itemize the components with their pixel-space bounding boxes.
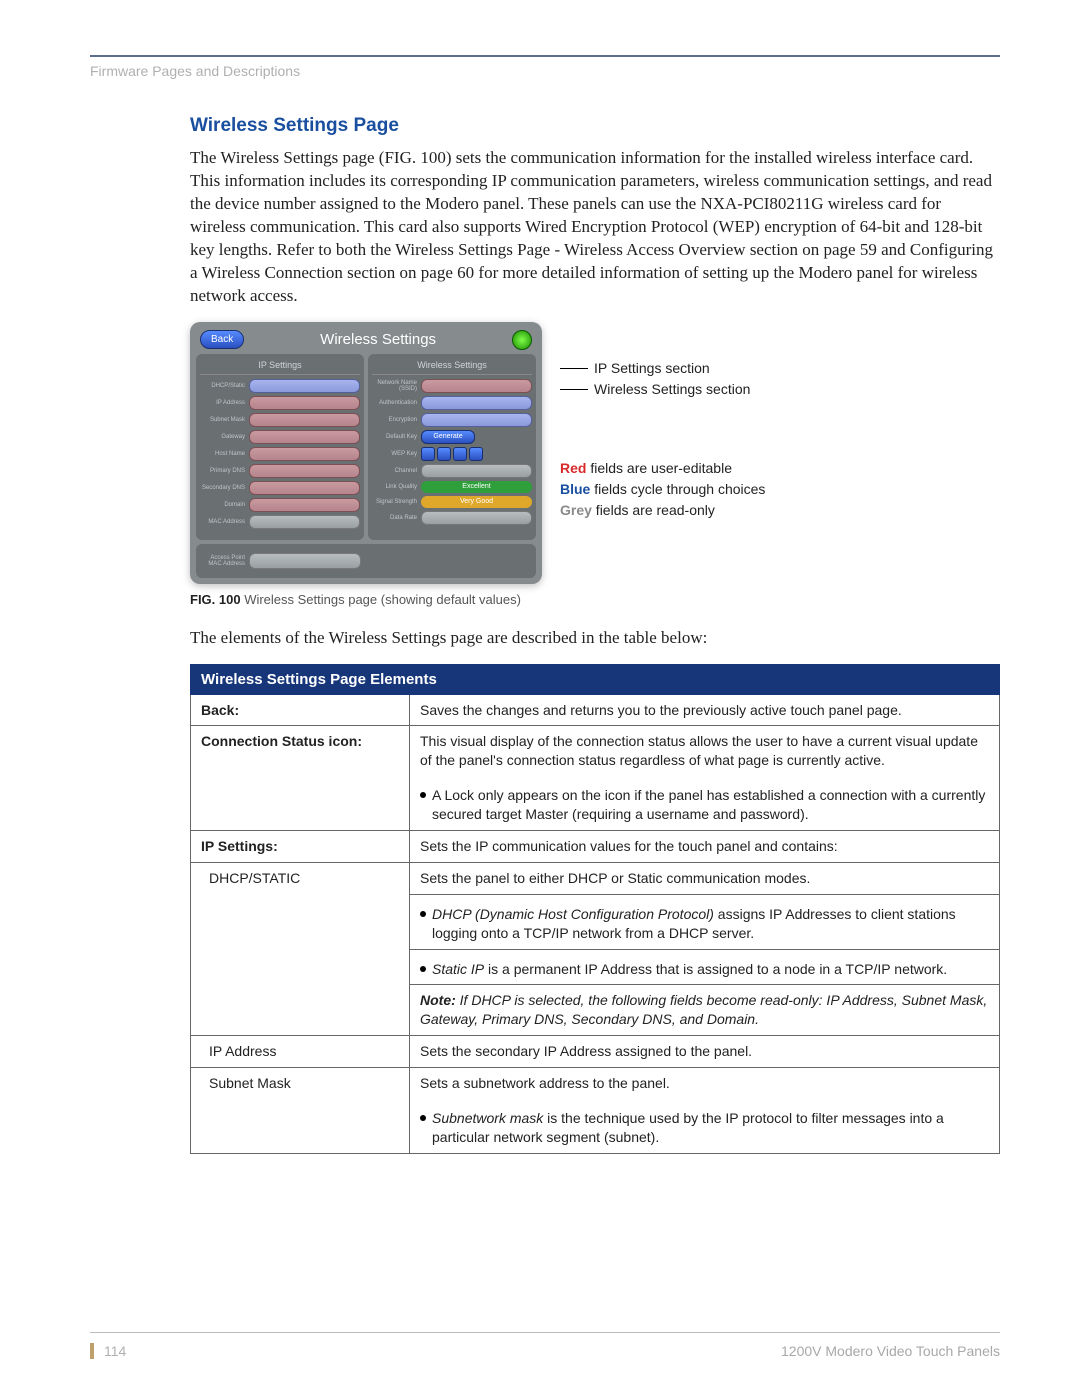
row-label: Subnet Mask: [191, 1068, 410, 1154]
figure-row: Back Wireless Settings IP Settings DHCP/…: [190, 322, 1000, 584]
domain-field[interactable]: [249, 498, 360, 512]
auth-field[interactable]: [421, 396, 532, 410]
table-row: IP Address Sets the secondary IP Address…: [191, 1036, 1000, 1068]
figure-callouts: IP Settings section Wireless Settings se…: [560, 322, 765, 521]
primary-dns-field[interactable]: [249, 464, 360, 478]
row-desc: Note: If DHCP is selected, the following…: [410, 985, 1000, 1036]
field-label: IP Address: [200, 400, 249, 406]
field-label: DHCP/Static: [200, 383, 249, 389]
panel-title: Wireless Settings: [244, 331, 512, 348]
field-label: Gateway: [200, 434, 249, 440]
row-desc: Sets a subnetwork address to the panel.: [410, 1068, 1000, 1099]
field-label: Link Quality: [372, 484, 421, 490]
gateway-field[interactable]: [249, 430, 360, 444]
table-title: Wireless Settings Page Elements: [191, 664, 1000, 694]
field-label: Encryption: [372, 417, 421, 423]
field-label: Access Point MAC Address: [200, 555, 249, 567]
callout-ip-settings: IP Settings section: [560, 358, 765, 379]
connection-status-icon: [512, 330, 532, 350]
back-button[interactable]: Back: [200, 330, 244, 349]
elements-table: Wireless Settings Page Elements Back: Sa…: [190, 664, 1000, 1154]
wireless-settings-header: Wireless Settings: [372, 358, 532, 375]
channel-field: [421, 464, 532, 478]
row-desc: DHCP (Dynamic Host Configuration Protoco…: [410, 894, 1000, 949]
signal-strength-field: Very Good: [421, 496, 532, 508]
row-desc: Static IP is a permanent IP Address that…: [410, 949, 1000, 985]
legend-grey: Grey fields are read-only: [560, 500, 765, 521]
section-title: Wireless Settings Page: [190, 115, 1000, 137]
field-label: Host Name: [200, 451, 249, 457]
row-desc: This visual display of the connection st…: [410, 726, 1000, 776]
row-label: Back:: [191, 694, 410, 726]
ap-mac-field: [249, 553, 361, 569]
field-label: Authentication: [372, 400, 421, 406]
page-number: 114: [90, 1343, 126, 1359]
row-desc: Sets the panel to either DHCP or Static …: [410, 862, 1000, 894]
row-desc: Saves the changes and returns you to the…: [410, 694, 1000, 726]
legend-red: Red fields are user-editable: [560, 458, 765, 479]
ssid-field[interactable]: [421, 379, 532, 393]
field-label: MAC Address: [200, 519, 249, 525]
table-row: IP Settings: Sets the IP communication v…: [191, 830, 1000, 862]
field-label: Domain: [200, 502, 249, 508]
table-row: Subnet Mask Sets a subnetwork address to…: [191, 1068, 1000, 1099]
callout-wireless-settings: Wireless Settings section: [560, 379, 765, 400]
field-label: Default Key: [372, 434, 421, 440]
row-label: Connection Status icon:: [191, 726, 410, 831]
breadcrumb: Firmware Pages and Descriptions: [90, 63, 1000, 79]
row-desc: Subnetwork mask is the technique used by…: [410, 1099, 1000, 1153]
subnet-field[interactable]: [249, 413, 360, 427]
field-label: Signal Strength: [372, 499, 421, 505]
field-label: Primary DNS: [200, 468, 249, 474]
field-label: Subnet Mask: [200, 417, 249, 423]
link-quality-field: Excellent: [421, 481, 532, 493]
ip-address-field[interactable]: [249, 396, 360, 410]
encryption-field[interactable]: [421, 413, 532, 427]
row-label: IP Settings:: [191, 830, 410, 862]
page-footer: 114 1200V Modero Video Touch Panels: [90, 1343, 1000, 1359]
table-intro: The elements of the Wireless Settings pa…: [190, 627, 1000, 650]
row-desc: Sets the IP communication values for the…: [410, 830, 1000, 862]
generate-button[interactable]: Generate: [421, 430, 475, 444]
legend-blue: Blue fields cycle through choices: [560, 479, 765, 500]
mac-address-field: [249, 515, 360, 529]
data-rate-field: [421, 511, 532, 525]
top-rule: [90, 55, 1000, 57]
row-label: DHCP/STATIC: [191, 862, 410, 1035]
field-label: Secondary DNS: [200, 485, 249, 491]
section-para: The Wireless Settings page (FIG. 100) se…: [190, 147, 1000, 308]
wep-key-fields[interactable]: [421, 447, 483, 461]
hostname-field[interactable]: [249, 447, 360, 461]
doc-title: 1200V Modero Video Touch Panels: [781, 1343, 1000, 1359]
table-row: Back: Saves the changes and returns you …: [191, 694, 1000, 726]
table-row: DHCP/STATIC Sets the panel to either DHC…: [191, 862, 1000, 894]
row-desc: Sets the secondary IP Address assigned t…: [410, 1036, 1000, 1068]
footer-rule: [90, 1332, 1000, 1333]
field-label: Data Rate: [372, 515, 421, 521]
ip-settings-header: IP Settings: [200, 358, 360, 375]
figure-caption: FIG. 100 Wireless Settings page (showing…: [190, 592, 1000, 607]
row-desc: A Lock only appears on the icon if the p…: [410, 776, 1000, 830]
row-label: IP Address: [191, 1036, 410, 1068]
table-row: Connection Status icon: This visual disp…: [191, 726, 1000, 776]
field-label: Network Name (SSID): [372, 380, 421, 392]
secondary-dns-field[interactable]: [249, 481, 360, 495]
wireless-settings-screenshot: Back Wireless Settings IP Settings DHCP/…: [190, 322, 542, 584]
dhcp-field[interactable]: [249, 379, 360, 393]
field-label: Channel: [372, 468, 421, 474]
field-label: WEP Key: [372, 451, 421, 457]
